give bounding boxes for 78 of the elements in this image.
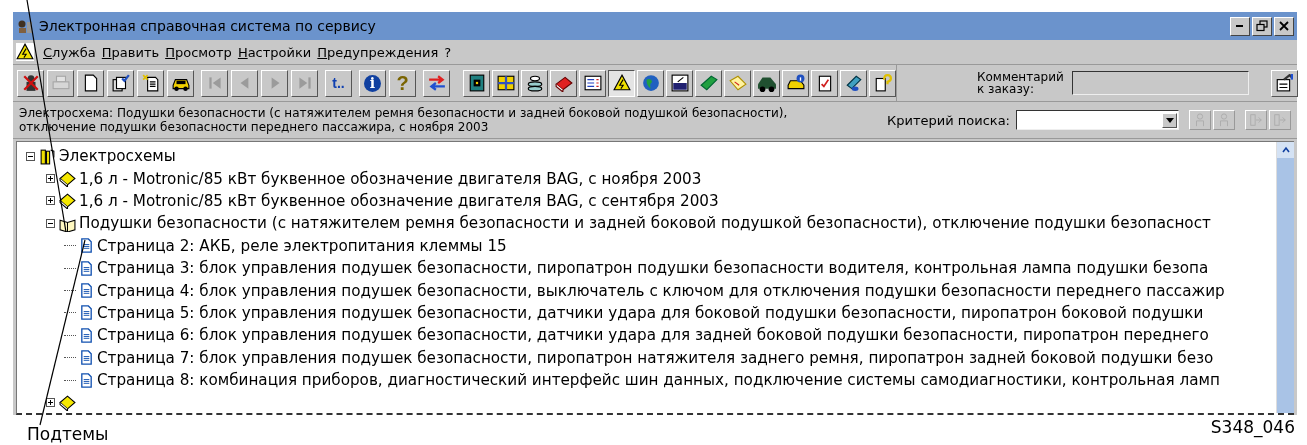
figure-code: S348_046	[1210, 417, 1295, 437]
gauge-icon	[670, 74, 689, 92]
close-icon	[1278, 20, 1290, 32]
menu-item[interactable]: ?	[441, 44, 455, 60]
tree-item[interactable]: Страница 8: комбинация приборов, диагностический интерфейс шин данных, подключение системы самодиагностики, контрольная ламп	[97, 371, 1220, 390]
scroll-up-icon	[1280, 145, 1291, 155]
toolbar-button[interactable]: t..	[325, 69, 352, 97]
tree-item[interactable]: Страница 4: блок управления подушек безопасности, выключатель с ключом для отключения подушки безопасности переднего пассажир	[97, 281, 1225, 300]
minimize-button[interactable]	[1230, 16, 1250, 36]
book-icon	[59, 170, 76, 188]
tree-item[interactable]: Страница 3: блок управления подушек безопасности, пиропатрон подушки безопасности водителя, контрольная лампа подушки безопа	[97, 259, 1209, 278]
document-icon	[79, 372, 94, 388]
app-icon	[17, 18, 33, 34]
page-question-icon	[873, 74, 892, 92]
menu-item[interactable]: Служба	[40, 44, 99, 60]
document-icon	[79, 350, 94, 366]
restore-icon	[1256, 20, 1268, 32]
minimize-icon	[1234, 25, 1246, 27]
door-arrow-icon	[1273, 113, 1287, 127]
window-title: Электронная справочная система по сервису	[39, 18, 377, 34]
person-icon	[1193, 113, 1207, 127]
book-icon	[554, 74, 573, 92]
order-comment-field[interactable]	[1071, 71, 1249, 95]
menu-item[interactable]: Настройки	[234, 44, 315, 60]
search-field[interactable]	[1016, 110, 1179, 130]
toolbar-button[interactable]	[608, 69, 635, 97]
scroll-bar[interactable]	[1276, 142, 1294, 413]
car-info-icon	[786, 74, 805, 92]
expand-toggle[interactable]	[25, 151, 35, 161]
edit-page-icon	[1275, 74, 1294, 92]
globe-icon	[641, 74, 660, 92]
tree-item[interactable]: Страница 5: блок управления подушек безопасности, датчики удара для боковой подушки безопасности, пиропатрон боковой подушки	[97, 303, 1204, 322]
dropdown-arrow-icon	[1164, 115, 1175, 125]
grid-icon	[496, 74, 515, 92]
expand-toggle[interactable]	[45, 218, 55, 228]
tree-item[interactable]: Страница 7: блок управления подушек безопасности, пиропатрон натяжителя заднего ремня, пиропатрон задней боковой подушки безо	[97, 348, 1214, 367]
list-icon	[583, 74, 602, 92]
book-icon	[59, 192, 76, 210]
new-page-icon	[141, 74, 160, 92]
open-book-icon	[728, 74, 747, 92]
document-icon	[79, 305, 94, 321]
pages-check-icon	[111, 74, 130, 92]
books-icon	[39, 147, 56, 165]
document-icon	[79, 238, 94, 254]
book-icon	[59, 394, 76, 411]
expand-toggle[interactable]	[45, 196, 55, 206]
tree-item[interactable]: Электросхемы	[59, 147, 176, 166]
document-icon	[79, 283, 94, 299]
tree-item[interactable]: Страница 6: блок управления подушек безопасности, датчики удара для задней боковой подушки безопасности, пиропатрон переднего	[97, 326, 1209, 345]
restore-button[interactable]	[1252, 16, 1272, 36]
chip-icon	[467, 74, 486, 92]
search-label: Критерий поиска:	[886, 112, 1010, 128]
stack-icon	[525, 74, 544, 92]
person-cross-icon	[21, 74, 40, 92]
toolbar-button[interactable]: i	[359, 69, 386, 97]
car-icon	[757, 74, 776, 92]
tree-item[interactable]: Страница 2: АКБ, реле электропитания клеммы 15	[97, 236, 507, 255]
document-icon	[79, 327, 94, 343]
swap-arrows-icon	[427, 74, 446, 92]
callout-label: Подтемы	[27, 424, 109, 444]
order-comment-label: Комментарий к заказу:	[977, 71, 1064, 95]
tree-item[interactable]: Подушки безопасности (с натяжителем ремня безопасности и задней боковой подушкой безопасности), отключение подушки безопасност	[79, 214, 1211, 233]
tree-item[interactable]: 1,6 л - Motronic/85 кВт буквенное обозначение двигателя BAG, с ноября 2003	[79, 169, 702, 188]
warning-icon	[612, 74, 631, 92]
tree-item[interactable]: 1,6 л - Motronic/85 кВт буквенное обозначение двигателя BAG, с сентября 2003	[79, 191, 719, 210]
expand-toggle[interactable]	[45, 174, 55, 184]
tools-icon	[844, 74, 863, 92]
door-arrow-icon	[1249, 113, 1263, 127]
expand-toggle[interactable]	[45, 398, 55, 407]
close-button[interactable]	[1274, 16, 1294, 36]
menu-item[interactable]: Предупреждения	[314, 44, 442, 60]
menu-item[interactable]: Просмотр	[162, 44, 235, 60]
menu-item[interactable]: Править	[98, 44, 163, 60]
printer-icon	[51, 74, 70, 92]
bar-icon	[699, 74, 718, 92]
warning-icon	[16, 43, 34, 61]
person-icon	[1217, 113, 1231, 127]
document-icon	[79, 260, 94, 276]
